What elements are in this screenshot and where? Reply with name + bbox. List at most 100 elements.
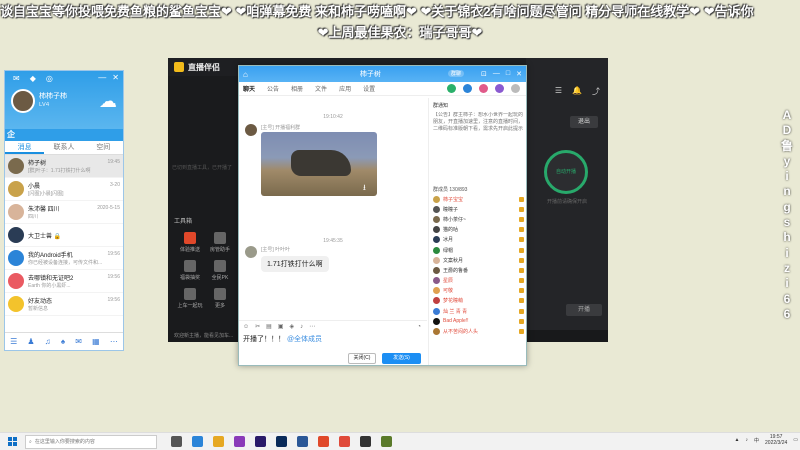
app-icon[interactable] <box>495 84 504 93</box>
exit-button[interactable]: 退出 <box>570 116 598 128</box>
member-item[interactable]: 猫的咕 <box>429 225 526 235</box>
tab-应用[interactable]: 应用 <box>339 84 351 93</box>
menu-icon[interactable]: ☰ <box>555 86 562 97</box>
pin-icon[interactable]: ⊡ <box>481 70 487 78</box>
video-icon[interactable] <box>463 84 472 93</box>
bell-icon[interactable]: ♪ <box>300 324 303 330</box>
tab-联系人[interactable]: 联系人 <box>44 141 83 154</box>
compose-input[interactable]: 开播了！！！ @全体成员 <box>243 334 322 344</box>
share-icon[interactable]: ⤴ <box>592 86 600 97</box>
member-item[interactable]: 从不苦闷的人头 <box>429 326 526 336</box>
go-live-button[interactable]: 开播 <box>566 304 602 316</box>
avatar[interactable] <box>245 246 257 258</box>
list-item[interactable]: 我的Android手机 你已经被设备连接，可传文件和... 19:56 <box>5 247 123 270</box>
member-item[interactable]: 王爵的鲁番 <box>429 265 526 275</box>
message-bubble[interactable]: 1.71打铁打什么啊 <box>261 256 329 272</box>
game-icon[interactable] <box>381 436 392 447</box>
tool-button[interactable]: 房管助手 <box>206 232 234 253</box>
close-button[interactable]: 关闭(C) <box>348 353 376 364</box>
apps-icon[interactable]: ▦ <box>92 337 100 346</box>
more-icon[interactable]: ⋯ <box>110 337 118 346</box>
game-icon[interactable]: ♠ <box>61 337 65 346</box>
music-icon[interactable]: ♫ <box>45 337 51 346</box>
list-item[interactable]: 好友动态 暂新信息 19:56 <box>5 293 123 316</box>
windows-start-icon[interactable] <box>8 437 17 446</box>
network-icon[interactable]: ▲ <box>735 437 740 443</box>
auto-start-ring[interactable]: 自动开播 <box>544 150 588 194</box>
tab-消息[interactable]: 消息 <box>5 141 45 154</box>
files-icon[interactable] <box>213 436 224 447</box>
chrome-icon[interactable] <box>339 436 350 447</box>
notification-icon[interactable]: ▭ <box>793 437 798 443</box>
member-item[interactable]: 文案秋月 <box>429 255 526 265</box>
history-icon[interactable]: ◔ <box>417 324 421 330</box>
member-item[interactable]: 绿帽 <box>429 245 526 255</box>
qzone-badge[interactable]: 企 <box>5 129 123 141</box>
clock[interactable]: 19:57 2022/3/24 <box>765 434 787 446</box>
phone-icon[interactable] <box>447 84 456 93</box>
shared-image[interactable]: ⭳ <box>261 132 377 196</box>
tab-聊天[interactable]: 聊天 <box>243 84 255 93</box>
search-input[interactable]: ⌕ 在这里输入你要搜索的内容 <box>25 434 157 449</box>
tab-相册[interactable]: 相册 <box>291 84 303 93</box>
obs-icon[interactable] <box>360 436 371 447</box>
task-view-icon[interactable] <box>171 436 182 447</box>
avatar[interactable] <box>245 124 257 136</box>
tool-button[interactable]: 上车一起玩 <box>176 288 204 309</box>
member-item[interactable]: 冰月 <box>429 235 526 245</box>
minimize-icon[interactable]: — <box>493 70 500 78</box>
mail-icon[interactable]: ✉ <box>75 337 82 346</box>
list-item[interactable]: 柿子树 [群]叶子：1.71打铁打什么啊 19:45 <box>5 155 123 178</box>
more-icon[interactable]: ⋯ <box>309 323 315 330</box>
input-method-icon[interactable]: 中 <box>754 437 759 444</box>
avatar[interactable] <box>11 89 35 113</box>
list-item[interactable]: 朱沛馨 四川 四川 2020-5-15 <box>5 201 123 224</box>
maximize-icon[interactable]: □ <box>506 70 510 78</box>
red-app-icon[interactable] <box>318 436 329 447</box>
back-icon[interactable]: ⌂ <box>243 70 248 79</box>
download-icon[interactable]: ⭳ <box>363 182 373 192</box>
screen-share-icon[interactable] <box>479 84 488 93</box>
send-button[interactable]: 发送(S) <box>382 353 421 364</box>
tab-设置[interactable]: 设置 <box>363 84 375 93</box>
list-item[interactable]: 去哪镇和无证吧2 Earth 你的小黑虾... 19:56 <box>5 270 123 293</box>
minimize-icon[interactable]: — <box>98 73 106 82</box>
close-icon[interactable]: ✕ <box>516 70 522 78</box>
premiere-icon[interactable] <box>255 436 266 447</box>
tool-button[interactable]: 福袋抽奖 <box>176 260 204 281</box>
bell-icon[interactable]: 🔔 <box>572 86 582 97</box>
folder-icon[interactable]: ▤ <box>266 323 272 330</box>
emoji-icon[interactable]: ☺ <box>243 324 249 330</box>
member-item[interactable]: Bad Apple!! <box>429 316 526 326</box>
edge-icon[interactable] <box>192 436 203 447</box>
tab-文件[interactable]: 文件 <box>315 84 327 93</box>
member-item[interactable]: 梦花瞳萌 <box>429 296 526 306</box>
image-icon[interactable]: ▣ <box>278 323 284 330</box>
menu-icon[interactable]: ☰ <box>10 337 17 346</box>
member-item[interactable]: 柿小茶仔~ <box>429 214 526 224</box>
photoshop-icon[interactable] <box>276 436 287 447</box>
gift-icon[interactable]: ◈ <box>290 323 295 330</box>
contacts-icon[interactable]: ♟ <box>27 337 34 346</box>
tshirt-icon[interactable]: ◆ <box>30 74 36 83</box>
word-icon[interactable] <box>297 436 308 447</box>
tool-button[interactable]: 体验推送 <box>176 232 204 253</box>
tab-公告[interactable]: 公告 <box>267 84 279 93</box>
app-icon[interactable] <box>234 436 245 447</box>
list-item[interactable]: 小晨 [闪图]小晨[闪图] 3-20 <box>5 178 123 201</box>
tab-空间[interactable]: 空间 <box>84 141 123 154</box>
member-item[interactable]: 瞳瞳子 <box>429 204 526 214</box>
member-item[interactable]: 可敬 <box>429 286 526 296</box>
app-icon[interactable]: ◎ <box>46 74 53 83</box>
notice-body[interactable]: 【公告】群主柿子：想水小世界一起玩的朋友，开直播加速里，注意的直播时间， 二维码… <box>433 112 525 140</box>
tool-button[interactable]: 更多 <box>206 288 234 309</box>
member-item[interactable]: 灿 兰 青 青 <box>429 306 526 316</box>
more-icon[interactable] <box>511 84 520 93</box>
close-icon[interactable]: ✕ <box>112 73 119 82</box>
list-item[interactable]: 大卫士兽 🔒 <box>5 224 123 247</box>
bell-icon[interactable]: ✉ <box>13 74 20 83</box>
volume-icon[interactable]: ♪ <box>746 437 749 443</box>
member-item[interactable]: 星辰 <box>429 276 526 286</box>
tool-button[interactable]: 全民PK <box>206 260 234 281</box>
cut-icon[interactable]: ✂ <box>255 323 260 330</box>
